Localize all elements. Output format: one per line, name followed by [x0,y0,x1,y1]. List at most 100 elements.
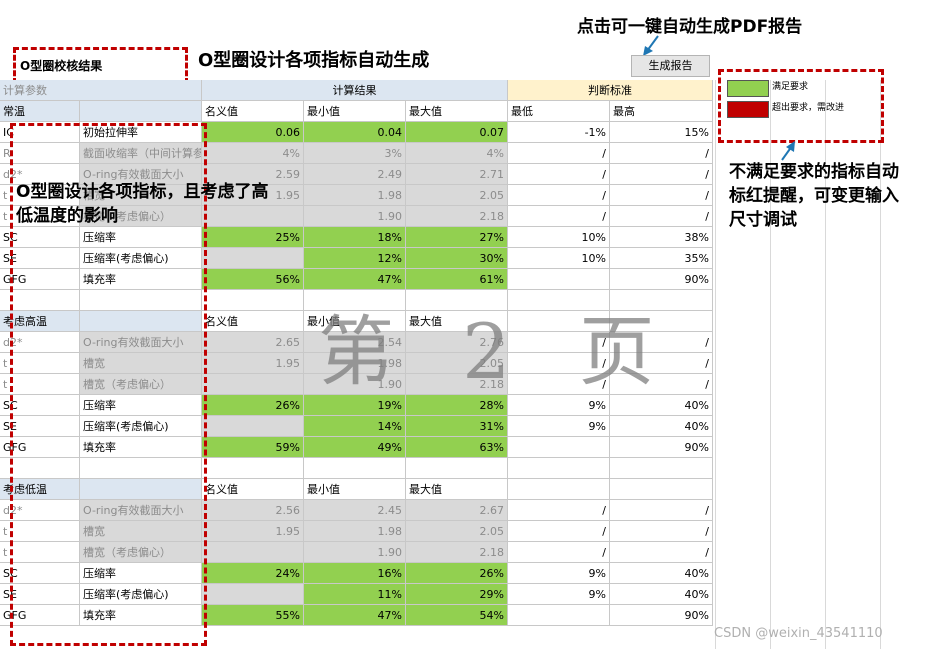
value-min: 2.49 [304,164,406,185]
value-nom: 2.65 [202,332,304,353]
value-min: 0.04 [304,122,406,143]
criteria-low: 9% [508,416,610,437]
value-nom: 56% [202,269,304,290]
value-nom [202,584,304,605]
empty-cell [202,290,304,311]
csdn-watermark: CSDN @weixin_43541110 [714,626,883,641]
criteria-high: 40% [610,584,713,605]
criteria-high: 40% [610,563,713,584]
col-low: 最低 [508,101,610,122]
criteria-low: 10% [508,227,610,248]
criteria-low: 9% [508,584,610,605]
value-max: 2.05 [406,521,508,542]
criteria-high: 90% [610,605,713,626]
value-min: 2.45 [304,500,406,521]
value-max: 31% [406,416,508,437]
criteria-high: / [610,143,713,164]
empty-cell [610,479,713,500]
criteria-low: 9% [508,563,610,584]
criteria-high: 38% [610,227,713,248]
value-nom [202,542,304,563]
value-max: 2.18 [406,542,508,563]
criteria-high: 15% [610,122,713,143]
legend-fail-label: 超出要求，需改进 [772,103,845,113]
value-nom: 55% [202,605,304,626]
col-nominal: 名义值 [202,101,304,122]
value-min: 12% [304,248,406,269]
value-max: 2.67 [406,500,508,521]
value-nom: 24% [202,563,304,584]
value-max: 27% [406,227,508,248]
left-callout: O型圈设计各项指标，且考虑了高低温度的影响 [16,182,269,226]
criteria-high: / [610,500,713,521]
col-min: 最小值 [304,101,406,122]
value-nom [202,374,304,395]
empty-cell [406,458,508,479]
value-min: 14% [304,416,406,437]
legend-ok-label: 满足要求 [772,82,809,92]
value-min: 47% [304,269,406,290]
criteria-low: / [508,185,610,206]
criteria-low [508,437,610,458]
value-nom: 2.56 [202,500,304,521]
value-max: 63% [406,437,508,458]
criteria-high: / [610,185,713,206]
col-nominal: 名义值 [202,479,304,500]
header-params: 计算参数 [0,80,202,101]
col-high: 最高 [610,101,713,122]
value-max: 54% [406,605,508,626]
criteria-low [508,269,610,290]
value-nom: 26% [202,395,304,416]
criteria-high: 40% [610,416,713,437]
value-max: 61% [406,269,508,290]
col-max: 最大值 [406,479,508,500]
criteria-high: / [610,521,713,542]
empty-cell [508,458,610,479]
empty-cell [202,458,304,479]
arrow-icon [781,141,795,161]
criteria-low [508,605,610,626]
legend-fail-swatch [727,101,769,118]
value-nom: 1.95 [202,353,304,374]
value-min: 1.90 [304,542,406,563]
value-nom: 59% [202,437,304,458]
criteria-low: / [508,143,610,164]
value-min: 1.90 [304,206,406,227]
criteria-low: / [508,500,610,521]
value-nom: 1.95 [202,521,304,542]
value-min: 16% [304,563,406,584]
value-nom: 0.06 [202,122,304,143]
value-min: 3% [304,143,406,164]
value-max: 0.07 [406,122,508,143]
criteria-high: 35% [610,248,713,269]
empty-cell [304,458,406,479]
value-min: 1.98 [304,185,406,206]
criteria-low: 10% [508,248,610,269]
col-min: 最小值 [304,479,406,500]
page-watermark: 第 2 页 [318,307,677,396]
heading-callout: O型圈设计各项指标自动生成 [198,50,430,71]
criteria-high: / [610,164,713,185]
criteria-low: / [508,164,610,185]
report-title: O型圈校核结果 [20,59,103,73]
col-max: 最大值 [406,101,508,122]
criteria-low: / [508,206,610,227]
value-max: 26% [406,563,508,584]
empty-cell [610,458,713,479]
value-nom: 25% [202,227,304,248]
value-min: 18% [304,227,406,248]
header-results: 计算结果 [202,80,508,101]
value-max: 2.71 [406,164,508,185]
col-nominal: 名义值 [202,311,304,332]
legend-ok-swatch [727,80,769,97]
criteria-low: / [508,521,610,542]
value-max: 30% [406,248,508,269]
right-callout: 不满足要求的指标自动标红提醒，可变更输入尺寸调试 [729,162,899,230]
value-max: 29% [406,584,508,605]
value-max: 2.05 [406,185,508,206]
value-max: 2.18 [406,206,508,227]
value-nom [202,248,304,269]
generate-report-button[interactable]: 生成报告 [631,55,710,77]
criteria-low: -1% [508,122,610,143]
header-criteria: 判断标准 [508,80,713,101]
